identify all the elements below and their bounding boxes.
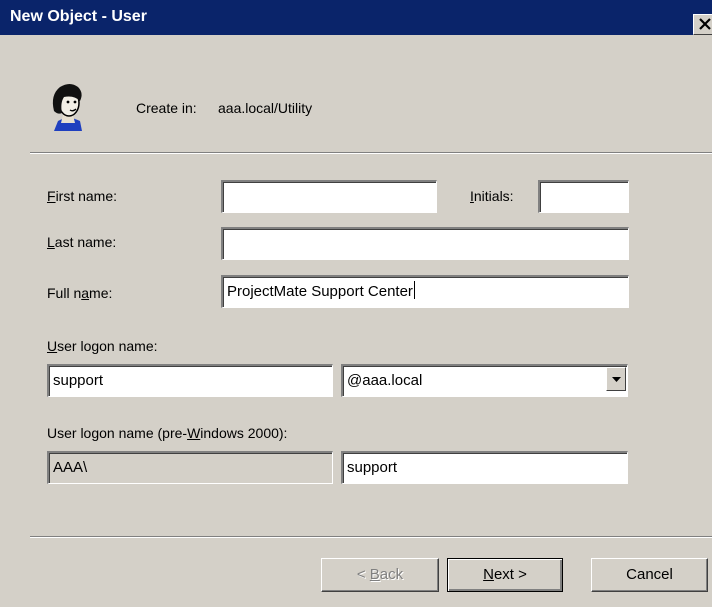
last-name-input[interactable] [221, 227, 629, 260]
last-name-label: Last name: [47, 234, 117, 250]
pre2000-domain-field: AAA\ [47, 451, 333, 484]
user-avatar-icon [52, 84, 82, 131]
separator-top [30, 152, 712, 154]
pre2000-label: User logon name (pre-Windows 2000): [47, 425, 288, 441]
upn-suffix-value: @aaa.local [347, 372, 423, 389]
create-in-value: aaa.local/Utility [218, 100, 313, 116]
back-button[interactable]: < Back [321, 558, 439, 592]
window-title: New Object - User [10, 8, 147, 25]
title-bar[interactable]: New Object - User [0, 0, 712, 35]
separator-bottom [30, 536, 712, 538]
new-user-dialog: New Object - User Create in: aaa.local/U… [0, 0, 712, 607]
close-icon [699, 18, 711, 30]
cancel-button[interactable]: Cancel [591, 558, 708, 592]
pre2000-logon-input[interactable]: support [341, 451, 628, 484]
logon-name-label: User logon name: [47, 338, 158, 354]
chevron-down-icon [612, 377, 621, 382]
next-button[interactable]: Next > [447, 558, 563, 592]
initials-input[interactable] [538, 180, 629, 213]
first-name-input[interactable] [221, 180, 437, 213]
first-name-label: First name: [47, 188, 118, 204]
full-name-label: Full name: [47, 285, 113, 301]
close-button[interactable] [693, 14, 712, 35]
upn-suffix-select[interactable]: @aaa.local [341, 364, 628, 397]
logon-name-input[interactable]: support [47, 364, 333, 397]
initials-label: Initials: [470, 188, 514, 204]
full-name-value: ProjectMate Support Center [227, 283, 413, 300]
text-caret [413, 281, 415, 299]
create-in-label: Create in: [136, 100, 197, 116]
full-name-input[interactable]: ProjectMate Support Center [221, 275, 629, 308]
dropdown-button[interactable] [606, 367, 626, 391]
